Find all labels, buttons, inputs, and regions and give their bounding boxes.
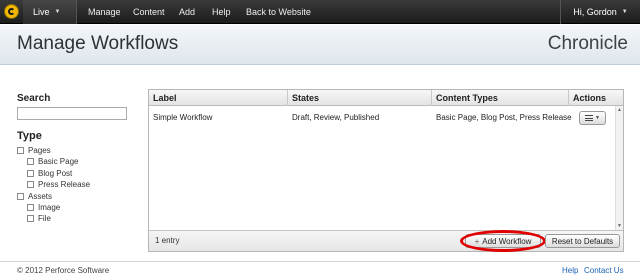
nav-help[interactable]: Help <box>212 0 231 24</box>
scroll-up-icon[interactable]: ▲ <box>616 106 623 114</box>
filter-label: File <box>38 213 51 223</box>
filter-assets[interactable]: Assets <box>17 191 52 201</box>
user-menu[interactable]: Hi, Gordon ▼ <box>560 0 640 24</box>
filter-image[interactable]: Image <box>27 202 60 212</box>
filter-basic-page[interactable]: Basic Page <box>27 156 78 166</box>
row-actions-button[interactable]: ▼ <box>579 111 606 125</box>
checkbox-icon[interactable] <box>27 169 34 177</box>
nav-content[interactable]: Content <box>133 0 165 24</box>
reset-to-defaults-button[interactable]: Reset to Defaults <box>545 234 620 248</box>
search-label: Search <box>17 93 51 104</box>
page-title: Manage Workflows <box>17 33 179 54</box>
page-header: Manage Workflows Chronicle <box>0 25 640 65</box>
filter-label: Basic Page <box>38 156 79 166</box>
type-label: Type <box>17 130 42 142</box>
footer-contact-link[interactable]: Contact Us <box>584 266 624 275</box>
live-mode-dropdown[interactable]: Live ▼ <box>23 0 77 24</box>
column-header-content-types[interactable]: Content Types <box>432 90 569 106</box>
reset-label: Reset to Defaults <box>551 236 614 246</box>
top-navigation-bar: Live ▼ Manage Content Add Help Back to W… <box>0 0 640 24</box>
copyright-text: © 2012 Perforce Software <box>17 266 110 275</box>
filter-pages[interactable]: Pages <box>17 145 51 155</box>
filter-file[interactable]: File <box>27 213 51 223</box>
checkbox-icon[interactable] <box>27 214 34 222</box>
footer-divider <box>0 261 640 262</box>
chevron-down-icon: ▼ <box>621 9 628 15</box>
chevron-down-icon: ▼ <box>54 9 61 15</box>
nav-back-to-website[interactable]: Back to Website <box>246 0 311 24</box>
chronicle-logo-icon[interactable] <box>4 4 19 19</box>
nav-manage[interactable]: Manage <box>88 0 121 24</box>
checkbox-icon[interactable] <box>27 157 34 165</box>
filter-blog-post[interactable]: Blog Post <box>27 168 72 178</box>
entry-count: 1 entry <box>155 236 180 245</box>
filter-press-release[interactable]: Press Release <box>27 179 90 189</box>
menu-icon <box>585 115 594 121</box>
table-row[interactable]: Simple Workflow Draft, Review, Published… <box>149 107 615 129</box>
brand-name: Chronicle <box>547 33 628 54</box>
filter-label: Image <box>38 202 61 212</box>
checkbox-icon[interactable] <box>17 146 24 154</box>
footer-help-link[interactable]: Help <box>562 266 578 275</box>
checkbox-icon[interactable] <box>17 192 24 200</box>
cell-label: Simple Workflow <box>153 113 213 122</box>
search-input[interactable] <box>17 107 127 120</box>
cell-states: Draft, Review, Published <box>292 113 380 122</box>
user-greeting: Hi, Gordon <box>573 7 617 17</box>
filter-label: Blog Post <box>38 168 73 178</box>
column-header-states[interactable]: States <box>288 90 432 106</box>
filter-label: Assets <box>28 191 53 201</box>
grid-footer: 1 entry + Add Workflow Reset to Defaults <box>149 230 623 252</box>
nav-add[interactable]: Add <box>179 0 195 24</box>
highlight-circle <box>460 230 546 252</box>
cell-content-types: Basic Page, Blog Post, Press Release <box>436 113 572 122</box>
vertical-scrollbar[interactable]: ▲ ▼ <box>615 106 623 230</box>
chevron-down-icon: ▼ <box>595 115 600 121</box>
column-header-label[interactable]: Label <box>149 90 288 106</box>
filter-label: Press Release <box>38 179 91 189</box>
column-header-actions: Actions <box>573 93 607 103</box>
grid-header: Label States Content Types Actions <box>149 90 623 106</box>
scroll-down-icon[interactable]: ▼ <box>616 222 623 230</box>
checkbox-icon[interactable] <box>27 180 34 188</box>
checkbox-icon[interactable] <box>27 203 34 211</box>
live-mode-label: Live <box>33 7 50 17</box>
filter-label: Pages <box>28 145 51 155</box>
workflow-grid: Label States Content Types Actions Simpl… <box>148 89 624 252</box>
